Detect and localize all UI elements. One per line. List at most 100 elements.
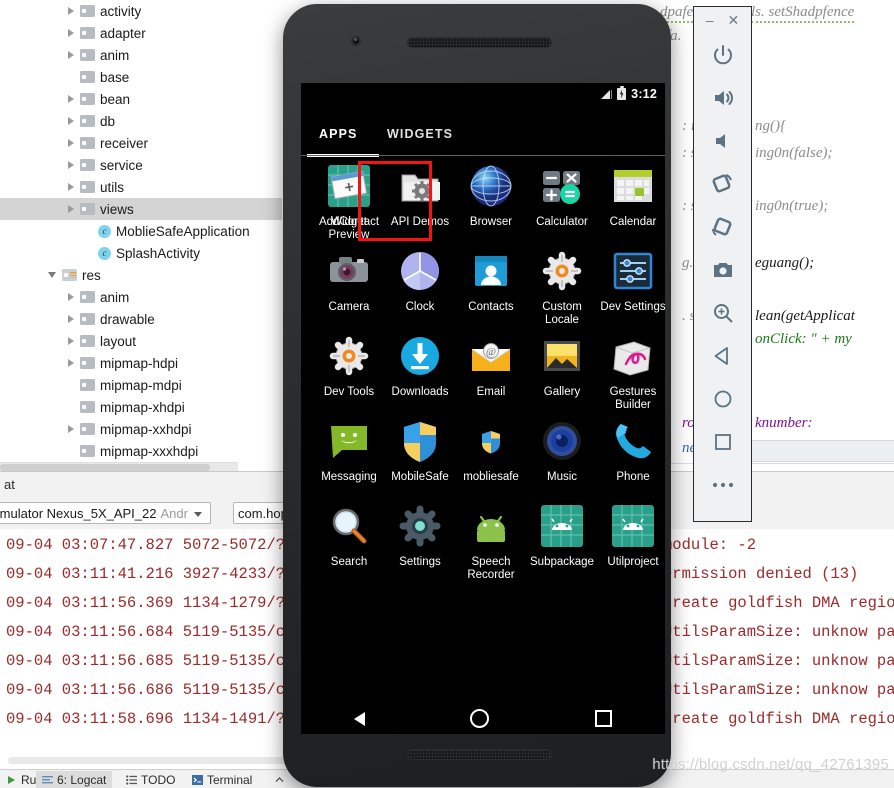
tree-item-mipmap-xxxhdpi[interactable]: mipmap-xxxhdpi: [0, 440, 282, 462]
tree-item-res[interactable]: res: [0, 264, 282, 286]
drawer-tab-widgets[interactable]: WIDGETS: [387, 113, 453, 155]
emulator-window-buttons[interactable]: – ✕: [694, 7, 751, 33]
tree-item-receiver[interactable]: receiver: [0, 132, 282, 154]
tree-item-mipmap-xhdpi[interactable]: mipmap-xhdpi: [0, 396, 282, 418]
emulator-home-button[interactable]: [700, 377, 746, 420]
calendar-icon: [610, 163, 656, 209]
chevron-right-icon[interactable]: [66, 292, 77, 303]
minimize-button[interactable]: –: [706, 13, 714, 27]
todo-icon: [126, 774, 137, 785]
bottom-tab-todo[interactable]: TODO: [120, 771, 181, 788]
app-icon-phone[interactable]: Phone: [597, 418, 665, 484]
chevron-right-icon[interactable]: [66, 50, 77, 61]
app-drawer-grid[interactable]: AddContact API Demos Browser Calculator Cale…: [301, 161, 665, 703]
status-clock: 3:12: [631, 87, 657, 101]
emulator-rotate-right-button[interactable]: [700, 205, 746, 248]
bottom-tab-label: Terminal: [207, 772, 253, 787]
app-icon-calendar[interactable]: Calendar: [597, 163, 665, 229]
globe-icon: [468, 163, 514, 209]
tree-item-splashactivity[interactable]: c SplashActivity: [0, 242, 282, 264]
emulator-side-toolbar[interactable]: – ✕: [693, 6, 752, 522]
app-icon-subpackage[interactable]: Subpackage: [526, 503, 598, 569]
nav-home-button[interactable]: [470, 709, 490, 728]
app-icon-email[interactable]: @ Email: [455, 333, 527, 399]
chevron-right-icon[interactable]: [66, 6, 77, 17]
chevron-right-icon[interactable]: [66, 358, 77, 369]
close-button[interactable]: ✕: [728, 13, 740, 27]
tree-item-utils[interactable]: utils: [0, 176, 282, 198]
tree-item-adapter[interactable]: adapter: [0, 22, 282, 44]
emulator-volume-up-button[interactable]: [700, 76, 746, 119]
tree-item-bean[interactable]: bean: [0, 88, 282, 110]
tree-item-views[interactable]: views: [0, 198, 282, 220]
app-icon-utilproject[interactable]: Utilproject: [597, 503, 665, 569]
app-label: Clock: [405, 301, 435, 313]
tree-item-layout[interactable]: layout: [0, 330, 282, 352]
chevron-right-icon[interactable]: [66, 28, 77, 39]
app-icon-gallery[interactable]: Gallery: [526, 333, 598, 399]
tree-item-drawable[interactable]: drawable: [0, 308, 282, 330]
chevron-right-icon[interactable]: [66, 182, 77, 193]
device-select[interactable]: Emulator Nexus_5X_API_22 Andr: [0, 502, 211, 524]
app-icon-browser[interactable]: Browser: [455, 163, 527, 229]
app-icon-mobilesafe[interactable]: MobileSafe: [384, 418, 456, 484]
chevron-right-icon[interactable]: [66, 314, 77, 325]
drawer-tab-apps[interactable]: APPS: [319, 113, 357, 155]
tree-item-mipmap-hdpi[interactable]: mipmap-hdpi: [0, 352, 282, 374]
bottom-tab-6-logcat[interactable]: 6: Logcat: [36, 771, 113, 788]
tree-item-db[interactable]: db: [0, 110, 282, 132]
android-emulator-window[interactable]: 3:12 APPS WIDGETS AddContact API Demos Brow…: [283, 4, 671, 787]
app-icon-dev-tools[interactable]: Dev Tools: [313, 333, 385, 399]
emulator-back-button[interactable]: [700, 334, 746, 377]
tree-item-anim[interactable]: anim: [0, 286, 282, 308]
phone-screen[interactable]: 3:12 APPS WIDGETS AddContact API Demos Brow…: [301, 83, 665, 734]
app-label: Music: [546, 471, 578, 483]
chevron-right-icon[interactable]: [66, 160, 77, 171]
app-icon-settings[interactable]: Settings: [384, 503, 456, 569]
android-navigation-bar[interactable]: [301, 703, 665, 734]
chevron-right-icon[interactable]: [66, 138, 77, 149]
tree-item-base[interactable]: base: [0, 66, 282, 88]
emulator-zoom-button[interactable]: [700, 291, 746, 334]
logcat-horizontal-scrollbar[interactable]: [8, 757, 288, 764]
app-icon-music[interactable]: Music: [526, 418, 598, 484]
app-icon-camera[interactable]: Camera: [313, 248, 385, 314]
app-icon-gestures-builder[interactable]: Gestures Builder: [597, 333, 665, 412]
chevron-right-icon[interactable]: [66, 424, 77, 435]
tree-item-label: MoblieSafeApplication: [116, 223, 250, 239]
app-drawer-tabs[interactable]: APPS WIDGETS: [301, 113, 665, 155]
app-icon-search[interactable]: Search: [313, 503, 385, 569]
app-icon-clock[interactable]: Clock: [384, 248, 456, 314]
emulator-power-button[interactable]: [700, 33, 746, 76]
app-icon-messaging[interactable]: Messaging: [313, 418, 385, 484]
tree-item-anim[interactable]: anim: [0, 44, 282, 66]
chevron-down-icon[interactable]: [48, 270, 59, 281]
app-icon-contacts[interactable]: Contacts: [455, 248, 527, 314]
emulator-volume-down-button[interactable]: [700, 119, 746, 162]
scrollbar-thumb[interactable]: [0, 464, 210, 471]
app-icon-speech-recorder[interactable]: Speech Recorder: [455, 503, 527, 582]
app-icon-custom-locale[interactable]: Custom Locale: [526, 248, 598, 327]
emulator-overview-button[interactable]: [700, 420, 746, 463]
chevron-right-icon[interactable]: [66, 204, 77, 215]
chevron-right-icon[interactable]: [66, 94, 77, 105]
tree-item-mipmap-xxhdpi[interactable]: mipmap-xxhdpi: [0, 418, 282, 440]
tree-item-mobliesafeapplication[interactable]: c MoblieSafeApplication: [0, 220, 282, 242]
tree-item-service[interactable]: service: [0, 154, 282, 176]
bottom-tab-terminal[interactable]: Terminal: [186, 771, 258, 788]
app-icon-calculator[interactable]: Calculator: [526, 163, 598, 229]
chevron-right-icon[interactable]: [66, 116, 77, 127]
app-icon-mobliesafe[interactable]: mobliesafe: [455, 418, 527, 484]
emulator-rotate-left-button[interactable]: [700, 162, 746, 205]
chevron-right-icon[interactable]: [66, 336, 77, 347]
nav-recents-button[interactable]: [595, 710, 613, 727]
app-icon-downloads[interactable]: Downloads: [384, 333, 456, 399]
app-icon-dev-settings[interactable]: Dev Settings: [597, 248, 665, 314]
tree-item-mipmap-mdpi[interactable]: mipmap-mdpi: [0, 374, 282, 396]
emulator-screenshot-button[interactable]: [700, 248, 746, 291]
project-tree[interactable]: activity adapter anim base bean db receiver ser…: [0, 0, 282, 480]
nav-back-button[interactable]: [353, 711, 365, 726]
emulator-more-button[interactable]: [700, 463, 746, 506]
tree-item-activity[interactable]: activity: [0, 0, 282, 22]
emulator-control-buttons[interactable]: [700, 33, 746, 506]
